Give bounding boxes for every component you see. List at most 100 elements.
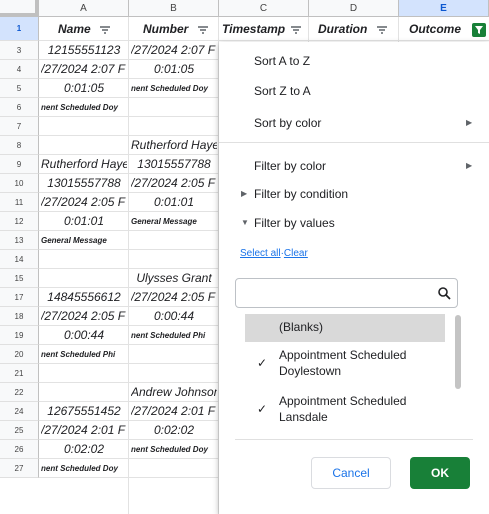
row-header[interactable]: 20	[0, 345, 39, 364]
header-timestamp-label: Timestamp	[222, 22, 286, 36]
collapse-arrow-icon: ▼	[241, 218, 249, 227]
select-links: Select all·Clear	[240, 245, 308, 259]
row-header[interactable]: 27	[0, 459, 39, 478]
row-header[interactable]: 19	[0, 326, 39, 345]
cell-b17[interactable]: /27/2024 2:05 F	[131, 288, 217, 307]
filter-by-values[interactable]: ▼ Filter by values	[241, 216, 335, 230]
value-option-label: Appointment Scheduled Lansdale	[279, 394, 407, 424]
header-timestamp: Timestamp	[222, 17, 309, 41]
cell-a27[interactable]: nent Scheduled Doy	[41, 459, 127, 478]
cell-b22[interactable]: Andrew Johnson	[131, 383, 217, 402]
cell-b12[interactable]: General Message	[131, 212, 217, 231]
cell-a20[interactable]: nent Scheduled Phi	[41, 345, 127, 364]
cell-a13[interactable]: General Message	[41, 231, 127, 250]
row-header[interactable]: 14	[0, 250, 39, 269]
cell-b18[interactable]: 0:00:44	[131, 307, 217, 326]
row-header[interactable]: 6	[0, 98, 39, 117]
select-all-corner[interactable]	[0, 0, 39, 17]
active-filter-button[interactable]	[472, 23, 486, 37]
cell-b10[interactable]: /27/2024 2:05 F	[131, 174, 217, 193]
header-outcome: Outcome	[409, 17, 469, 41]
row-header[interactable]: 21	[0, 364, 39, 383]
filter-icon[interactable]	[291, 26, 302, 34]
cell-a19[interactable]: 0:00:44	[41, 326, 127, 345]
row-header[interactable]: 18	[0, 307, 39, 326]
values-search-input[interactable]	[242, 285, 436, 301]
cell-a26[interactable]: 0:02:02	[41, 440, 127, 459]
cell-a4[interactable]: /27/2024 2:07 F	[41, 60, 127, 79]
row-header[interactable]: 9	[0, 155, 39, 174]
cell-a24[interactable]: 12675551452	[41, 402, 127, 421]
cell-a12[interactable]: 0:01:01	[41, 212, 127, 231]
filter-icon[interactable]	[100, 26, 111, 34]
values-scrollbar[interactable]	[455, 315, 461, 389]
ok-button[interactable]: OK	[410, 457, 470, 489]
cell-b4[interactable]: 0:01:05	[131, 60, 217, 79]
header-duration-label: Duration	[318, 22, 368, 36]
filter-icon[interactable]	[197, 26, 208, 34]
filter-by-values-label: Filter by values	[254, 216, 335, 230]
header-outcome-label: Outcome	[409, 22, 462, 36]
row-header[interactable]: 1	[0, 17, 39, 41]
cell-b3[interactable]: /27/2024 2:07 F	[131, 41, 217, 60]
row-header[interactable]: 11	[0, 193, 39, 212]
row-header[interactable]: 7	[0, 117, 39, 136]
filter-by-condition-label: Filter by condition	[254, 187, 349, 201]
filter-by-condition[interactable]: ▶ Filter by condition	[241, 187, 349, 201]
column-header-e[interactable]: E	[399, 0, 489, 17]
filter-icon[interactable]	[376, 26, 387, 34]
column-header-d[interactable]: D	[309, 0, 399, 17]
cell-a18[interactable]: /27/2024 2:05 F	[41, 307, 127, 326]
cell-b9[interactable]: 13015557788	[131, 155, 217, 174]
cell-b11[interactable]: 0:01:01	[131, 193, 217, 212]
cell-a9[interactable]: Rutherford Hayes	[41, 155, 127, 174]
row-header[interactable]: 10	[0, 174, 39, 193]
row-header[interactable]: 17	[0, 288, 39, 307]
cancel-button[interactable]: Cancel	[311, 457, 391, 489]
column-header-a[interactable]: A	[39, 0, 129, 17]
clear-link[interactable]: Clear	[284, 248, 308, 259]
header-number: Number	[143, 17, 219, 41]
sort-a-to-z[interactable]: Sort A to Z	[254, 54, 310, 68]
row-header[interactable]: 5	[0, 79, 39, 98]
cell-b5[interactable]: nent Scheduled Doy	[131, 79, 217, 98]
row-header[interactable]: 8	[0, 136, 39, 155]
cell-b24[interactable]: /27/2024 2:01 F	[131, 402, 217, 421]
column-header-c[interactable]: C	[219, 0, 309, 17]
row-header[interactable]: 15	[0, 269, 39, 288]
cell-b19[interactable]: nent Scheduled Phi	[131, 326, 217, 345]
filter-menu: Sort A to Z Sort Z to A Sort by color ▶ …	[219, 42, 489, 514]
cell-a25[interactable]: /27/2024 2:01 F	[41, 421, 127, 440]
sort-z-to-a[interactable]: Sort Z to A	[254, 84, 311, 98]
cell-a6[interactable]: nent Scheduled Doy	[41, 98, 127, 117]
row-header[interactable]: 12	[0, 212, 39, 231]
cell-a10[interactable]: 13015557788	[41, 174, 127, 193]
cell-b8[interactable]: Rutherford Hayes	[131, 136, 217, 155]
value-row-highlight	[245, 314, 445, 342]
cell-b25[interactable]: 0:02:02	[131, 421, 217, 440]
submenu-arrow-icon: ▶	[466, 161, 473, 170]
row-header[interactable]: 26	[0, 440, 39, 459]
cell-a3[interactable]: 12155551123	[41, 41, 127, 60]
select-all-link[interactable]: Select all	[240, 248, 281, 259]
row-header[interactable]: 13	[0, 231, 39, 250]
cell-b15[interactable]: Ulysses Grant	[131, 269, 217, 288]
menu-divider	[219, 142, 489, 143]
value-option-label: Appointment Scheduled Doylestown	[279, 348, 407, 378]
filter-by-color[interactable]: Filter by color	[254, 159, 326, 173]
row-header[interactable]: 25	[0, 421, 39, 440]
sort-by-color[interactable]: Sort by color	[254, 116, 321, 130]
values-search-box[interactable]	[235, 278, 458, 308]
row-header[interactable]: 24	[0, 402, 39, 421]
column-header-b[interactable]: B	[129, 0, 219, 17]
row-header[interactable]: 4	[0, 60, 39, 79]
row-header[interactable]: 3	[0, 41, 39, 60]
cell-b26[interactable]: nent Scheduled Doy	[131, 440, 217, 459]
cell-a17[interactable]: 14845556612	[41, 288, 127, 307]
cell-a11[interactable]: /27/2024 2:05 F	[41, 193, 127, 212]
checkmark-icon: ✓	[257, 402, 268, 416]
search-icon	[438, 287, 451, 300]
row-header[interactable]: 22	[0, 383, 39, 402]
cell-a5[interactable]: 0:01:05	[41, 79, 127, 98]
checkmark-icon: ✓	[257, 356, 268, 370]
